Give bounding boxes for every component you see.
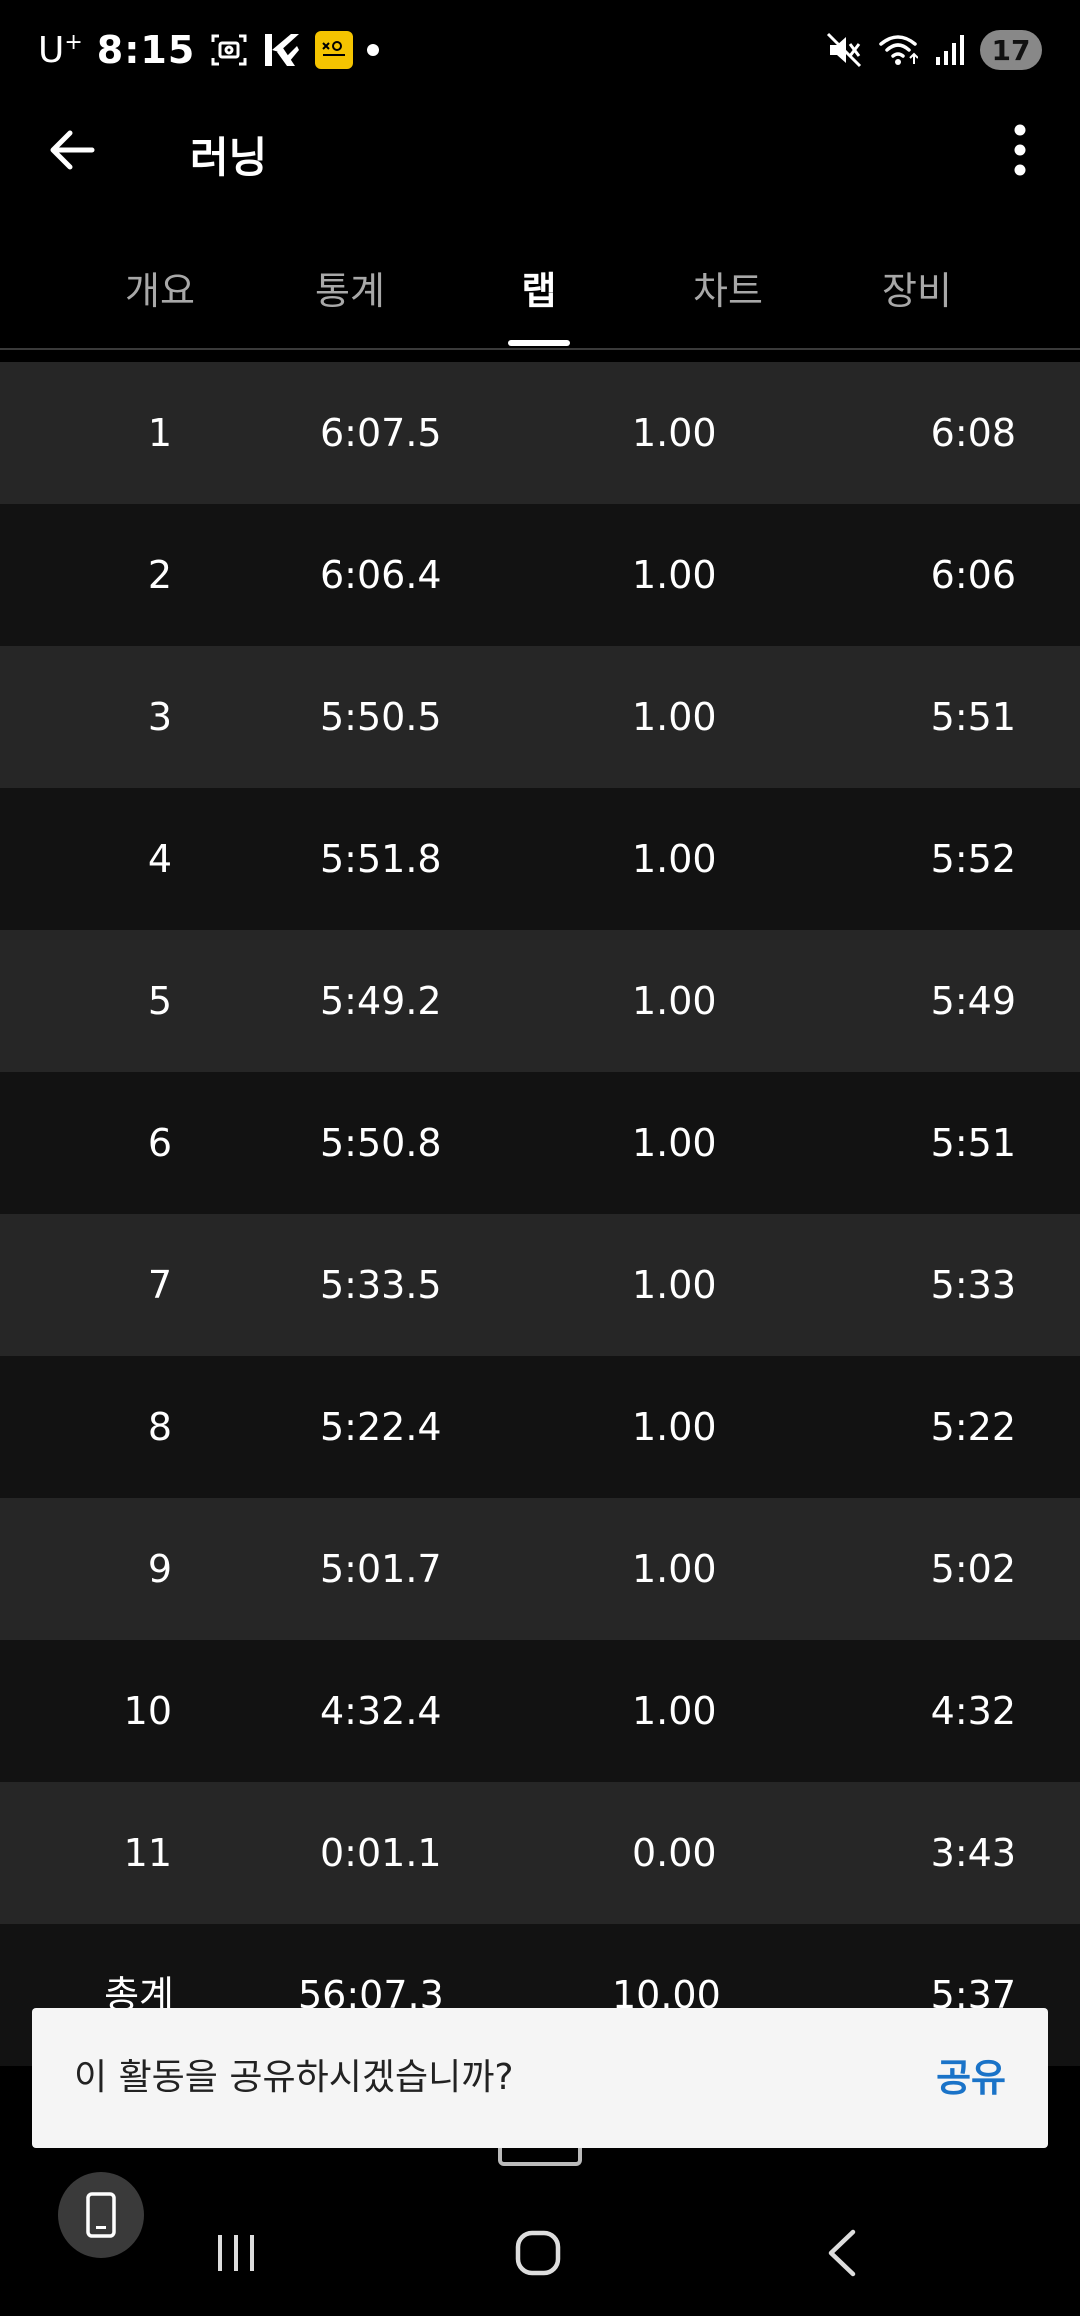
chevron-left-icon (828, 2229, 856, 2277)
lap-time: 4:32.4 (320, 1689, 442, 1733)
phone-icon (86, 2192, 116, 2238)
wifi-icon (878, 32, 918, 68)
tab-overview[interactable]: 개요 (90, 260, 230, 315)
tab-charts[interactable]: 차트 (658, 260, 798, 315)
lap-distance: 1.00 (632, 1263, 717, 1307)
mute-icon (826, 32, 862, 68)
carrier-label: U+ (38, 29, 83, 71)
lap-distance: 1.00 (632, 695, 717, 739)
lap-time: 5:51.8 (320, 837, 442, 881)
lap-number: 3 (147, 695, 172, 739)
home-icon (515, 2230, 561, 2276)
more-options-button[interactable] (1000, 120, 1040, 180)
active-tab-indicator (508, 340, 570, 346)
lap-pace: 5:02 (930, 1547, 1016, 1591)
status-bar-right: 17 (826, 22, 1042, 78)
lap-time: 5:22.4 (320, 1405, 442, 1449)
table-row: 11 0:01.1 0.00 3:43 (0, 1782, 1080, 1924)
lap-time: 5:01.7 (320, 1547, 442, 1591)
lap-pace: 6:08 (930, 411, 1016, 455)
lap-pace: 5:51 (930, 1121, 1016, 1165)
table-row: 10 4:32.4 1.00 4:32 (0, 1640, 1080, 1782)
lap-number: 1 (147, 411, 172, 455)
lap-number: 6 (147, 1121, 172, 1165)
tab-bar: 개요 통계 랩 차트 장비 (0, 230, 1080, 348)
recent-apps-icon (218, 2235, 254, 2271)
lap-time: 0:01.1 (320, 1831, 442, 1875)
clock: 8:15 (96, 28, 196, 72)
table-row: 2 6:06.4 1.00 6:06 (0, 504, 1080, 646)
lap-distance: 1.00 (632, 553, 717, 597)
lap-pace: 5:51 (930, 695, 1016, 739)
table-row: 3 5:50.5 1.00 5:51 (0, 646, 1080, 788)
lap-distance: 1.00 (632, 1547, 717, 1591)
lap-number: 4 (147, 837, 172, 881)
lap-time: 5:50.5 (320, 695, 442, 739)
table-row: 7 5:33.5 1.00 5:33 (0, 1214, 1080, 1356)
lap-number: 5 (147, 979, 172, 1023)
lap-pace: 6:06 (930, 553, 1016, 597)
lap-number: 7 (147, 1263, 172, 1307)
table-row: 5 5:49.2 1.00 5:49 (0, 930, 1080, 1072)
table-row: 1 6:07.5 1.00 6:08 (0, 362, 1080, 504)
lap-number: 8 (147, 1405, 172, 1449)
app-bar: 러닝 (0, 100, 1080, 200)
lap-number: 9 (147, 1547, 172, 1591)
lap-pace: 5:49 (930, 979, 1016, 1023)
table-row: 8 5:22.4 1.00 5:22 (0, 1356, 1080, 1498)
tab-divider (0, 348, 1080, 350)
system-navigation-bar (0, 2190, 1080, 2316)
tab-stats[interactable]: 통계 (280, 260, 420, 315)
lap-number: 2 (147, 553, 172, 597)
lap-time: 6:07.5 (320, 411, 442, 455)
battery-icon: 17 (980, 30, 1042, 70)
floating-phone-button[interactable] (58, 2172, 144, 2258)
lap-distance: 1.00 (632, 411, 717, 455)
kakao-badge-icon (315, 31, 354, 69)
lap-distance: 1.00 (632, 837, 717, 881)
snackbar-share-button[interactable]: 공유 (936, 2008, 1006, 2148)
page-title: 러닝 (190, 133, 268, 182)
lap-time: 5:33.5 (320, 1263, 442, 1307)
lap-pace: 3:43 (930, 1831, 1016, 1875)
more-vert-icon (1014, 124, 1026, 176)
laps-table: 1 6:07.5 1.00 6:08 2 6:06.4 1.00 6:06 3 … (0, 362, 1080, 2066)
lap-distance: 1.00 (632, 979, 717, 1023)
lap-time: 5:49.2 (320, 979, 442, 1023)
lap-time: 5:50.8 (320, 1121, 442, 1165)
lap-pace: 5:33 (930, 1263, 1016, 1307)
lap-number: 11 (123, 1831, 172, 1875)
lap-pace: 4:32 (930, 1689, 1016, 1733)
lap-distance: 1.00 (632, 1121, 717, 1165)
snackbar-message: 이 활동을 공유하시겠습니까? (74, 2057, 514, 2098)
table-row: 4 5:51.8 1.00 5:52 (0, 788, 1080, 930)
notification-dot-icon (367, 44, 380, 56)
tab-gear[interactable]: 장비 (847, 260, 987, 315)
table-row: 9 5:01.7 1.00 5:02 (0, 1498, 1080, 1640)
tab-laps[interactable]: 랩 (469, 260, 609, 315)
arrow-left-icon (50, 130, 95, 170)
signal-icon (934, 33, 964, 67)
lap-number: 10 (123, 1689, 172, 1733)
back-button[interactable] (40, 120, 104, 180)
lap-distance: 1.00 (632, 1689, 717, 1733)
lap-pace: 5:22 (930, 1405, 1016, 1449)
recent-apps-button[interactable] (176, 2208, 296, 2298)
home-button[interactable] (478, 2208, 598, 2298)
share-snackbar: 이 활동을 공유하시겠습니까? 공유 (32, 2008, 1048, 2148)
lap-distance: 0.00 (632, 1831, 717, 1875)
status-bar: U+ 8:15 17 (0, 0, 1080, 100)
table-row: 6 5:50.8 1.00 5:51 (0, 1072, 1080, 1214)
k-app-icon (263, 30, 301, 70)
lap-distance: 1.00 (632, 1405, 717, 1449)
lap-time: 6:06.4 (320, 553, 442, 597)
screenshot-icon (209, 30, 249, 70)
back-nav-button[interactable] (782, 2208, 902, 2298)
lap-pace: 5:52 (930, 837, 1016, 881)
status-bar-left: U+ 8:15 (38, 22, 380, 78)
